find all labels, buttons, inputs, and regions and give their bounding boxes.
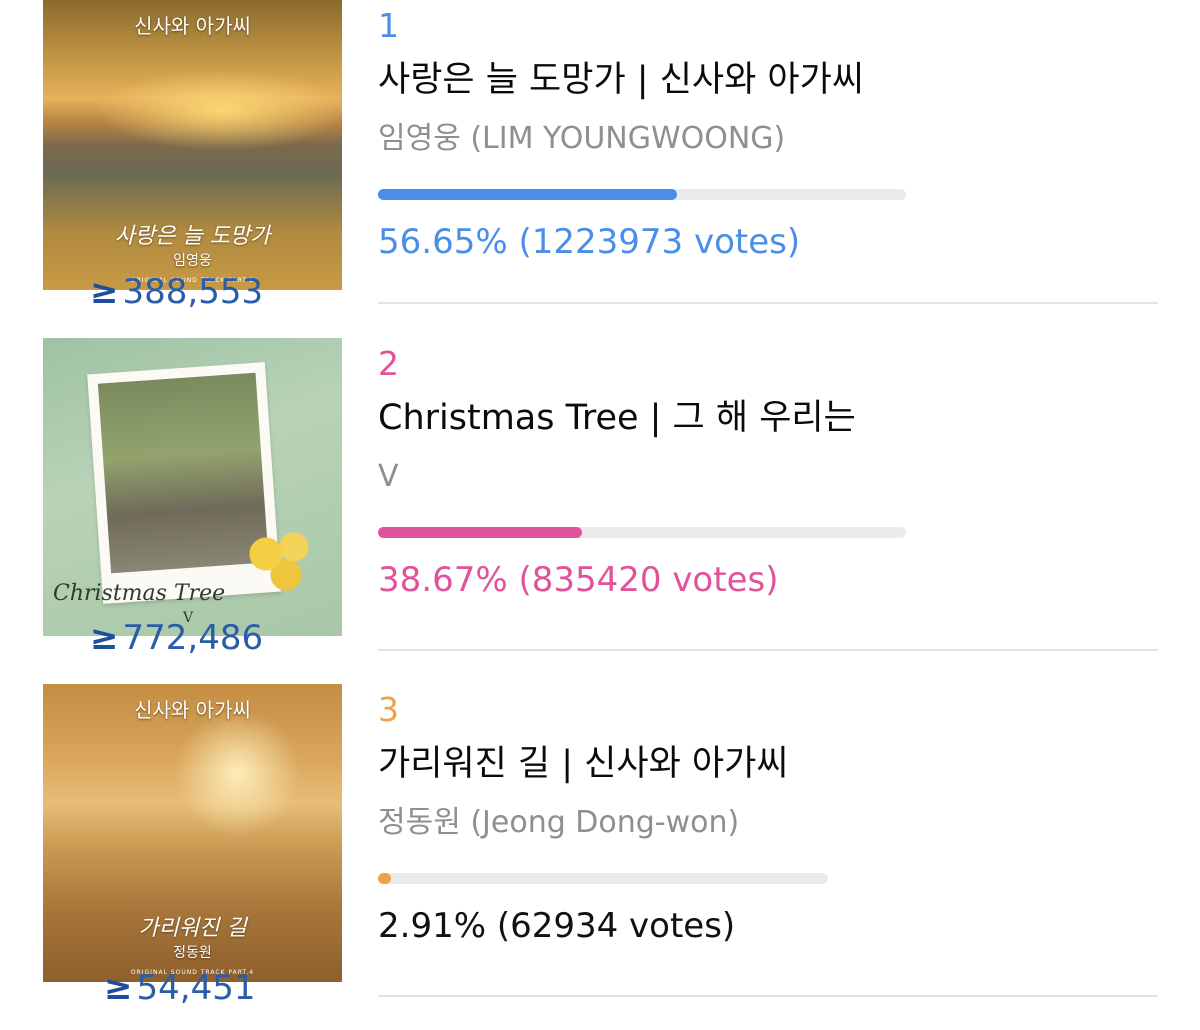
percent-votes: 2.91% (62934 votes) (378, 906, 736, 946)
rank-number: 2 (378, 344, 399, 383)
poll-option-3[interactable]: 신사와 아가씨 가리워진 길 정동원 ORIGINAL SOUND TRACK … (0, 684, 1200, 1030)
album-cover: Christmas Tree V (43, 338, 342, 636)
percent-votes: 56.65% (1223973 votes) (378, 222, 801, 262)
artist-name: V (378, 459, 399, 494)
vote-count-overlay: ≥388,553 (90, 272, 263, 312)
greater-equal-icon: ≥ (90, 618, 119, 658)
rank-number: 1 (378, 6, 399, 45)
song-title: 사랑은 늘 도망가 | 신사와 아가씨 (378, 60, 865, 100)
album-cover: 신사와 아가씨 사랑은 늘 도망가 임영웅 ORIGINAL SOUND TRA… (43, 0, 342, 290)
cover-subtitle: Christmas Tree (53, 581, 226, 606)
divider (378, 302, 1158, 304)
song-title: 가리워진 길 | 신사와 아가씨 (378, 744, 789, 784)
divider (378, 649, 1158, 651)
poll-option-2[interactable]: Christmas Tree V ≥772,486 2 Christmas Tr… (0, 338, 1200, 684)
cover-title: 신사와 아가씨 (134, 698, 251, 722)
greater-equal-icon: ≥ (104, 968, 133, 1008)
progress-fill (378, 873, 392, 884)
percent-votes: 38.67% (835420 votes) (378, 560, 779, 600)
greater-equal-icon: ≥ (90, 272, 119, 312)
artist-name: 정동원 (Jeong Dong-won) (378, 805, 740, 840)
vote-count-overlay: ≥772,486 (90, 618, 263, 658)
vote-count-overlay: ≥54,451 (104, 968, 255, 1008)
count-value: 772,486 (122, 618, 264, 658)
progress-track (378, 527, 906, 538)
cover-artist: 정동원 (173, 945, 212, 961)
cover-subtitle: 사랑은 늘 도망가 (114, 224, 271, 249)
progress-track (378, 189, 906, 200)
count-value: 54,451 (136, 968, 256, 1008)
progress-track (378, 873, 828, 884)
cover-artist: 임영웅 (173, 253, 212, 269)
rank-number: 3 (378, 690, 399, 729)
song-title: Christmas Tree | 그 해 우리는 (378, 398, 856, 438)
cover-subtitle: 가리워진 길 (138, 916, 247, 941)
artist-name: 임영웅 (LIM YOUNGWOONG) (378, 121, 786, 156)
cover-title: 신사와 아가씨 (134, 14, 251, 38)
album-cover: 신사와 아가씨 가리워진 길 정동원 ORIGINAL SOUND TRACK … (43, 684, 342, 982)
divider (378, 995, 1158, 997)
progress-fill (378, 527, 583, 538)
count-value: 388,553 (122, 272, 264, 312)
poll-option-1[interactable]: 신사와 아가씨 사랑은 늘 도망가 임영웅 ORIGINAL SOUND TRA… (0, 0, 1200, 346)
progress-fill (378, 189, 678, 200)
